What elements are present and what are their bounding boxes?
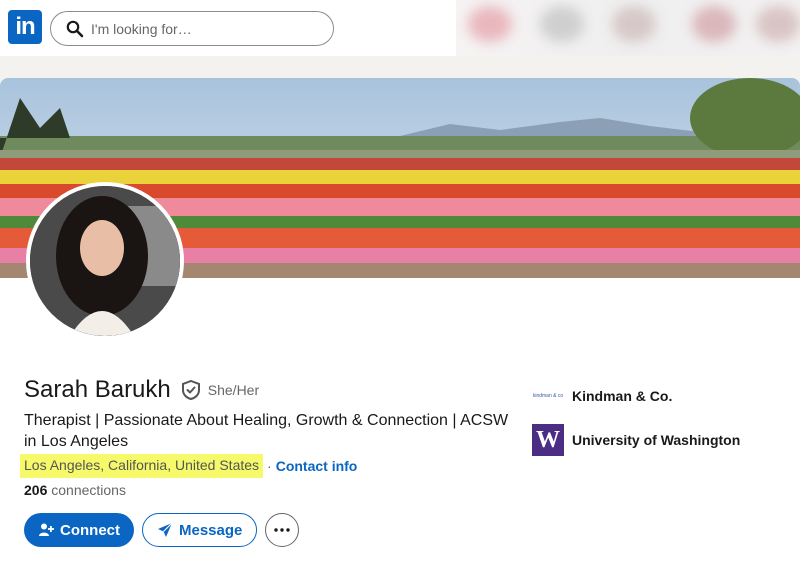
org-name: Kindman & Co. (572, 388, 673, 404)
separator-dot: · (267, 458, 272, 474)
connections-label: connections (51, 482, 126, 498)
university-of-washington-logo: W (532, 424, 564, 456)
more-button[interactable] (265, 513, 300, 547)
search-icon (66, 20, 84, 38)
connections-number: 206 (24, 482, 48, 498)
kindman-logo: kindman & co (532, 393, 564, 399)
add-person-icon (39, 523, 54, 536)
profile-card: Sarah Barukh She/Her Therapist | Passion… (0, 78, 800, 566)
profile-photo[interactable] (26, 182, 184, 340)
organizations-list: kindman & co Kindman & Co. W University … (532, 378, 740, 466)
connect-button[interactable]: Connect (24, 513, 134, 547)
connections-count[interactable]: 206 connections (24, 482, 126, 498)
org-name: University of Washington (572, 432, 741, 448)
message-label: Message (179, 521, 243, 539)
linkedin-logo[interactable]: in (8, 10, 42, 44)
org-item[interactable]: kindman & co Kindman & Co. (532, 378, 740, 414)
search-input[interactable] (91, 18, 321, 40)
connect-label: Connect (60, 521, 120, 539)
person-photo (30, 186, 180, 336)
location-row: Los Angeles, California, United States ·… (20, 454, 358, 478)
profile-actions: Connect Message (24, 513, 300, 547)
top-navigation: in (0, 0, 800, 56)
search-bar[interactable] (50, 11, 334, 46)
contact-info-link[interactable]: Contact info (276, 456, 358, 476)
profile-headline: Therapist | Passionate About Healing, Gr… (24, 412, 509, 450)
send-icon (158, 522, 173, 537)
verified-shield-icon[interactable] (180, 379, 202, 401)
org-item[interactable]: W University of Washington (532, 422, 740, 458)
profile-location: Los Angeles, California, United States (20, 454, 264, 478)
message-button[interactable]: Message (142, 513, 258, 547)
pronouns: She/Her (207, 382, 260, 398)
name-row: Sarah Barukh She/Her (24, 376, 259, 404)
more-horizontal-icon (274, 528, 291, 532)
profile-name: Sarah Barukh (24, 376, 171, 403)
navigation-icons-blurred (456, 0, 800, 56)
